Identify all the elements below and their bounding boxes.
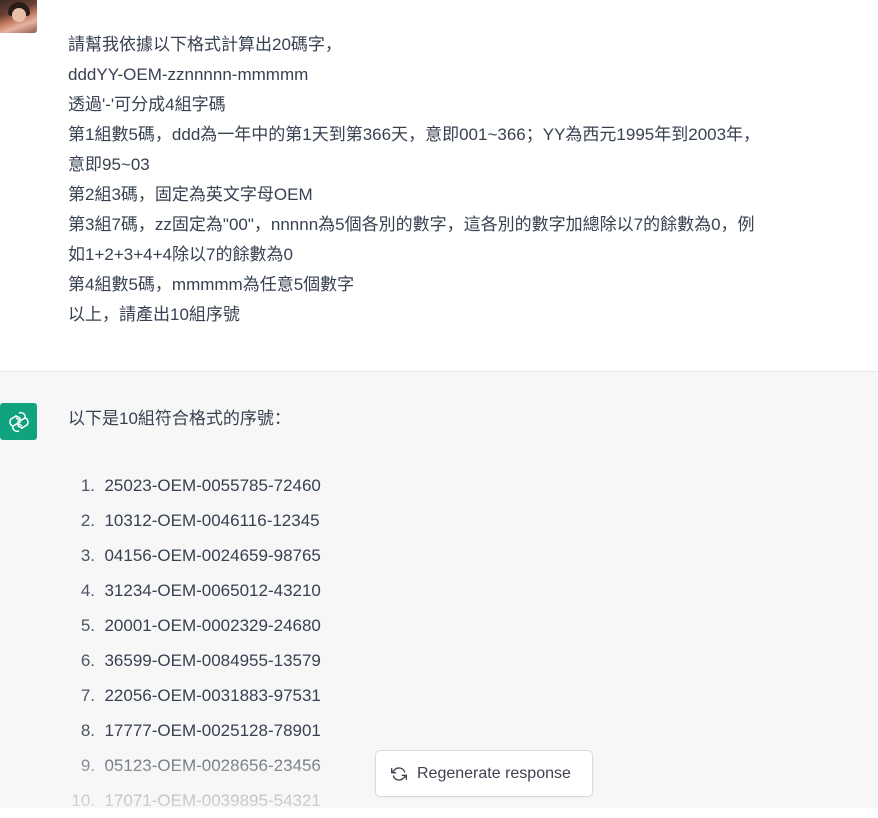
list-item: 9. 05123-OEM-0028656-23456 (60, 748, 321, 783)
user-message: 請幫我依據以下格式計算出20碼字， dddYY-OEM-zznnnnn-mmmm… (0, 0, 878, 372)
list-item: 1. 25023-OEM-0055785-72460 (60, 468, 321, 503)
list-number: 5. (80, 615, 95, 635)
user-message-line: 意即95~03 (68, 155, 150, 174)
list-item: 3. 04156-OEM-0024659-98765 (60, 538, 321, 573)
serial-list: 1. 25023-OEM-0055785-72460 2. 10312-OEM-… (60, 468, 321, 818)
list-number: 3. (80, 545, 95, 565)
regenerate-response-button[interactable]: Regenerate response (375, 750, 593, 797)
list-item: 7. 22056-OEM-0031883-97531 (60, 678, 321, 713)
serial-code: 04156-OEM-0024659-98765 (104, 545, 321, 565)
regenerate-response-label: Regenerate response (417, 764, 571, 782)
list-item: 5. 20001-OEM-0002329-24680 (60, 608, 321, 643)
list-number: 6. (80, 650, 95, 670)
openai-logo-icon (0, 403, 37, 440)
serial-code: 36599-OEM-0084955-13579 (104, 650, 321, 670)
list-item: 4. 31234-OEM-0065012-43210 (60, 573, 321, 608)
list-item: 6. 36599-OEM-0084955-13579 (60, 643, 321, 678)
user-message-line: 透過'-'可分成4組字碼 (68, 95, 226, 114)
user-message-line: 第1組數5碼，ddd為一年中的第1天到第366天，意即001~366；YY為西元… (68, 125, 761, 144)
serial-code: 22056-OEM-0031883-97531 (104, 685, 321, 705)
user-message-line: 以上，請產出10組序號 (68, 305, 240, 324)
avatar-face (12, 8, 26, 22)
list-item: 8. 17777-OEM-0025128-78901 (60, 713, 321, 748)
list-item: 2. 10312-OEM-0046116-12345 (60, 503, 321, 538)
list-number: 7. (80, 685, 95, 705)
user-message-line: 第2組3碼，固定為英文字母OEM (68, 185, 313, 204)
serial-code: 10312-OEM-0046116-12345 (104, 510, 320, 530)
user-message-line: 第4組數5碼，mmmmm為任意5個數字 (68, 275, 355, 294)
list-number: 2. (80, 510, 95, 530)
assistant-intro: 以下是10組符合格式的序號： (68, 409, 291, 428)
serial-code: 31234-OEM-0065012-43210 (104, 580, 321, 600)
list-number: 4. (80, 580, 95, 600)
user-message-line: 第3組7碼，zz固定為"00"，nnnnn為5個各別的數字，這各別的數字加總除以… (68, 215, 755, 234)
refresh-icon (391, 766, 407, 782)
serial-code: 20001-OEM-0002329-24680 (104, 615, 321, 635)
list-item: 10. 17071-OEM-0039895-54321 (60, 783, 321, 818)
serial-code: 05123-OEM-0028656-23456 (104, 755, 321, 775)
user-message-line: dddYY-OEM-zznnnnn-mmmmm (68, 65, 309, 84)
user-message-text: 請幫我依據以下格式計算出20碼字， dddYY-OEM-zznnnnn-mmmm… (68, 30, 874, 330)
serial-code: 25023-OEM-0055785-72460 (104, 475, 321, 495)
list-number: 1. (80, 475, 95, 495)
list-number: 8. (80, 720, 95, 740)
list-number: 9. (80, 755, 95, 775)
serial-code: 17777-OEM-0025128-78901 (104, 720, 321, 740)
user-avatar (0, 0, 37, 33)
user-message-line: 如1+2+3+4+4除以7的餘數為0 (68, 245, 293, 264)
assistant-message: 以下是10組符合格式的序號： 1. 25023-OEM-0055785-7246… (0, 372, 878, 810)
user-message-line: 請幫我依據以下格式計算出20碼字， (68, 35, 342, 54)
